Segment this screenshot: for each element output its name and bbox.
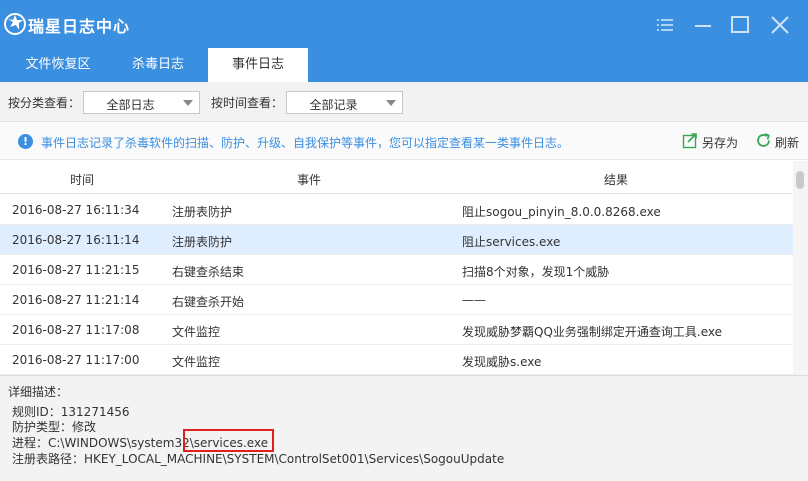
row-time: 2016-08-27 16:11:14	[12, 233, 140, 247]
refresh-icon	[757, 133, 770, 147]
table-row[interactable]: 2016-08-27 16:11:34 注册表防护 阻止sogou_pinyin…	[0, 195, 794, 225]
menu-icon[interactable]	[652, 12, 678, 38]
row-time: 2016-08-27 11:21:15	[12, 263, 140, 277]
save-as-button[interactable]: 另存为	[682, 132, 746, 150]
row-result: 扫描8个对象，发现1个威胁	[462, 265, 610, 279]
row-event: 右键查杀结束	[172, 265, 245, 279]
row-event: 文件监控	[172, 355, 221, 369]
row-result: ——	[462, 293, 486, 307]
refresh-label: 刷新	[775, 136, 800, 150]
event-log-table: 2016-08-27 16:11:34 注册表防护 阻止sogou_pinyin…	[0, 195, 794, 375]
highlight-box	[183, 429, 274, 452]
table-row[interactable]: 2016-08-27 11:21:15 右键查杀结束 扫描8个对象，发现1个威胁	[0, 255, 794, 285]
chevron-down-icon	[386, 100, 396, 106]
row-event: 右键查杀开始	[172, 295, 245, 309]
save-as-label: 另存为	[702, 136, 739, 150]
rising-lion-logo-icon	[2, 9, 26, 39]
refresh-button[interactable]: 刷新	[755, 132, 805, 150]
row-result: 发现威胁s.exe	[462, 355, 542, 369]
tab-event-log[interactable]: 事件日志	[208, 48, 308, 82]
column-header-result[interactable]: 结果	[604, 171, 628, 188]
filter-bar: 按分类查看： 全部日志 按时间查看： 全部记录	[0, 82, 808, 122]
table-row-selected[interactable]: 2016-08-27 16:11:14 注册表防护 阻止services.exe	[0, 225, 794, 255]
table-header: 时间 事件 结果	[0, 161, 792, 194]
row-event: 注册表防护	[172, 205, 233, 219]
close-icon[interactable]	[767, 12, 793, 38]
detail-panel: 详细描述： 规则ID：131271456 防护类型：修改 进程：C:\WINDO…	[0, 375, 808, 481]
row-time: 2016-08-27 11:17:00	[12, 353, 140, 367]
title-bar[interactable]: 瑞星日志中心	[0, 0, 808, 48]
table-row[interactable]: 2016-08-27 11:17:00 文件监控 发现威胁s.exe	[0, 345, 794, 375]
detail-title: 详细描述：	[8, 385, 69, 399]
category-select[interactable]: 全部日志	[83, 91, 200, 114]
time-select[interactable]: 全部记录	[286, 91, 403, 114]
category-filter-label: 按分类查看：	[8, 96, 81, 110]
row-result: 阻止services.exe	[462, 235, 561, 249]
row-result: 阻止sogou_pinyin_8.0.0.8268.exe	[462, 205, 661, 219]
row-event: 文件监控	[172, 325, 221, 339]
row-time: 2016-08-27 11:17:08	[12, 323, 140, 337]
export-icon	[682, 133, 697, 149]
info-icon: !	[18, 134, 33, 149]
tab-bar: 文件恢复区 杀毒日志 事件日志	[0, 48, 808, 82]
maximize-icon[interactable]	[727, 12, 753, 38]
time-select-value: 全部记录	[309, 98, 358, 112]
row-time: 2016-08-27 16:11:34	[12, 203, 140, 217]
table-row[interactable]: 2016-08-27 11:21:14 右键查杀开始 ——	[0, 285, 794, 315]
column-header-time[interactable]: 时间	[70, 171, 94, 188]
time-filter-label: 按时间查看：	[211, 96, 284, 110]
window-title: 瑞星日志中心	[28, 17, 131, 36]
detail-protect-type: 防护类型：修改	[12, 420, 97, 434]
table-row[interactable]: 2016-08-27 11:17:08 文件监控 发现威胁梦覇QQ业务强制绑定开…	[0, 315, 794, 345]
info-bar: ! 事件日志记录了杀毒软件的扫描、防护、升级、自我保护等事件，您可以指定查看某一…	[0, 122, 808, 160]
table-scrollbar[interactable]	[793, 161, 808, 375]
detail-registry-path: 注册表路径：HKEY_LOCAL_MACHINE\SYSTEM\ControlS…	[12, 452, 505, 466]
category-select-value: 全部日志	[106, 98, 155, 112]
row-time: 2016-08-27 11:21:14	[12, 293, 140, 307]
row-event: 注册表防护	[172, 235, 233, 249]
tab-scan-log[interactable]: 杀毒日志	[108, 48, 208, 82]
chevron-down-icon	[183, 100, 193, 106]
row-result: 发现威胁梦覇QQ业务强制绑定开通查询工具.exe	[462, 325, 722, 339]
minimize-icon[interactable]	[690, 12, 716, 38]
scrollbar-thumb[interactable]	[796, 171, 804, 189]
info-text: 事件日志记录了杀毒软件的扫描、防护、升级、自我保护等事件，您可以指定查看某一类事…	[41, 136, 570, 150]
column-header-event[interactable]: 事件	[297, 171, 321, 188]
tab-file-recovery[interactable]: 文件恢复区	[8, 48, 108, 82]
